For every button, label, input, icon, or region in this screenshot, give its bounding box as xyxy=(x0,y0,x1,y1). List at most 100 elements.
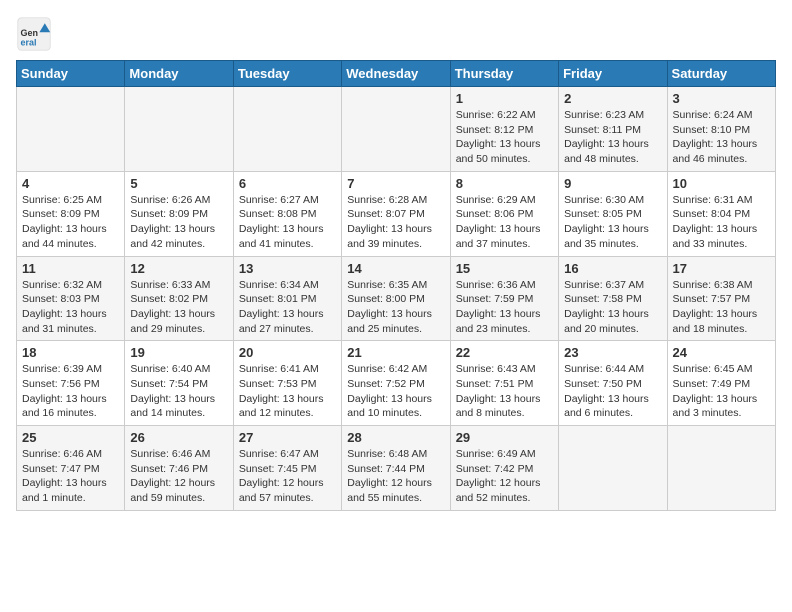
calendar-week-1: 4 Sunrise: 6:25 AMSunset: 8:09 PMDaylight… xyxy=(17,171,776,256)
weekday-sunday: Sunday xyxy=(17,61,125,87)
calendar-week-0: 1Sunrise: 6:22 AMSunset: 8:12 PMDaylight… xyxy=(17,87,776,172)
calendar-cell: 20 Sunrise: 6:41 AMSunset: 7:53 PMDayligh… xyxy=(233,341,341,426)
day-number: 24 xyxy=(673,345,770,360)
calendar-cell: 27 Sunrise: 6:47 AMSunset: 7:45 PMDayligh… xyxy=(233,426,341,511)
day-info: Sunrise: 6:40 AMSunset: 7:54 PMDaylight:… xyxy=(130,362,227,421)
day-info: Sunrise: 6:37 AMSunset: 7:58 PMDaylight:… xyxy=(564,278,661,337)
calendar-cell: 1Sunrise: 6:22 AMSunset: 8:12 PMDaylight… xyxy=(450,87,558,172)
day-info: Sunrise: 6:49 AMSunset: 7:42 PMDaylight:… xyxy=(456,447,553,506)
day-number: 25 xyxy=(22,430,119,445)
day-number: 27 xyxy=(239,430,336,445)
day-number: 10 xyxy=(673,176,770,191)
day-info: Sunrise: 6:45 AMSunset: 7:49 PMDaylight:… xyxy=(673,362,770,421)
day-info: Sunrise: 6:27 AMSunset: 8:08 PMDaylight:… xyxy=(239,193,336,252)
calendar-cell xyxy=(342,87,450,172)
day-number: 8 xyxy=(456,176,553,191)
calendar-cell: 26 Sunrise: 6:46 AMSunset: 7:46 PMDayligh… xyxy=(125,426,233,511)
day-number: 11 xyxy=(22,261,119,276)
calendar-cell: 21 Sunrise: 6:42 AMSunset: 7:52 PMDayligh… xyxy=(342,341,450,426)
day-info: Sunrise: 6:47 AMSunset: 7:45 PMDaylight:… xyxy=(239,447,336,506)
calendar-cell xyxy=(233,87,341,172)
calendar-week-4: 25 Sunrise: 6:46 AMSunset: 7:47 PMDayligh… xyxy=(17,426,776,511)
day-number: 28 xyxy=(347,430,444,445)
page-header: Gen eral xyxy=(16,16,776,52)
day-info: Sunrise: 6:33 AMSunset: 8:02 PMDaylight:… xyxy=(130,278,227,337)
day-info: Sunrise: 6:28 AMSunset: 8:07 PMDaylight:… xyxy=(347,193,444,252)
calendar-cell xyxy=(667,426,775,511)
day-info: Sunrise: 6:29 AMSunset: 8:06 PMDaylight:… xyxy=(456,193,553,252)
logo-icon: Gen eral xyxy=(16,16,52,52)
day-number: 18 xyxy=(22,345,119,360)
calendar-cell: 10 Sunrise: 6:31 AMSunset: 8:04 PMDayligh… xyxy=(667,171,775,256)
weekday-thursday: Thursday xyxy=(450,61,558,87)
day-info: Sunrise: 6:42 AMSunset: 7:52 PMDaylight:… xyxy=(347,362,444,421)
day-number: 22 xyxy=(456,345,553,360)
calendar-cell: 8 Sunrise: 6:29 AMSunset: 8:06 PMDaylight… xyxy=(450,171,558,256)
day-number: 19 xyxy=(130,345,227,360)
day-number: 3 xyxy=(673,91,770,106)
day-info: Sunrise: 6:46 AMSunset: 7:46 PMDaylight:… xyxy=(130,447,227,506)
day-number: 26 xyxy=(130,430,227,445)
day-info: Sunrise: 6:25 AMSunset: 8:09 PMDaylight:… xyxy=(22,193,119,252)
day-number: 20 xyxy=(239,345,336,360)
day-number: 13 xyxy=(239,261,336,276)
calendar-cell: 13 Sunrise: 6:34 AMSunset: 8:01 PMDayligh… xyxy=(233,256,341,341)
day-number: 21 xyxy=(347,345,444,360)
day-info: Sunrise: 6:48 AMSunset: 7:44 PMDaylight:… xyxy=(347,447,444,506)
calendar-cell: 9 Sunrise: 6:30 AMSunset: 8:05 PMDaylight… xyxy=(559,171,667,256)
day-number: 14 xyxy=(347,261,444,276)
weekday-friday: Friday xyxy=(559,61,667,87)
day-number: 29 xyxy=(456,430,553,445)
day-number: 17 xyxy=(673,261,770,276)
calendar-cell: 14Sunrise: 6:35 AMSunset: 8:00 PMDayligh… xyxy=(342,256,450,341)
calendar-cell: 11 Sunrise: 6:32 AMSunset: 8:03 PMDayligh… xyxy=(17,256,125,341)
day-info: Sunrise: 6:26 AMSunset: 8:09 PMDaylight:… xyxy=(130,193,227,252)
day-info: Sunrise: 6:39 AMSunset: 7:56 PMDaylight:… xyxy=(22,362,119,421)
weekday-tuesday: Tuesday xyxy=(233,61,341,87)
weekday-wednesday: Wednesday xyxy=(342,61,450,87)
calendar-cell xyxy=(125,87,233,172)
calendar-cell: 22 Sunrise: 6:43 AMSunset: 7:51 PMDayligh… xyxy=(450,341,558,426)
calendar-cell: 19 Sunrise: 6:40 AMSunset: 7:54 PMDayligh… xyxy=(125,341,233,426)
day-info: Sunrise: 6:46 AMSunset: 7:47 PMDaylight:… xyxy=(22,447,119,506)
weekday-saturday: Saturday xyxy=(667,61,775,87)
calendar-table: SundayMondayTuesdayWednesdayThursdayFrid… xyxy=(16,60,776,511)
day-info: Sunrise: 6:31 AMSunset: 8:04 PMDaylight:… xyxy=(673,193,770,252)
weekday-monday: Monday xyxy=(125,61,233,87)
day-number: 7 xyxy=(347,176,444,191)
calendar-cell: 2Sunrise: 6:23 AMSunset: 8:11 PMDaylight… xyxy=(559,87,667,172)
logo: Gen eral xyxy=(16,16,56,52)
day-info: Sunrise: 6:43 AMSunset: 7:51 PMDaylight:… xyxy=(456,362,553,421)
day-number: 1 xyxy=(456,91,553,106)
day-info: Sunrise: 6:36 AMSunset: 7:59 PMDaylight:… xyxy=(456,278,553,337)
day-info: Sunrise: 6:44 AMSunset: 7:50 PMDaylight:… xyxy=(564,362,661,421)
weekday-header-row: SundayMondayTuesdayWednesdayThursdayFrid… xyxy=(17,61,776,87)
calendar-cell: 23Sunrise: 6:44 AMSunset: 7:50 PMDayligh… xyxy=(559,341,667,426)
day-info: Sunrise: 6:23 AMSunset: 8:11 PMDaylight:… xyxy=(564,108,661,167)
day-number: 4 xyxy=(22,176,119,191)
calendar-cell: 29 Sunrise: 6:49 AMSunset: 7:42 PMDayligh… xyxy=(450,426,558,511)
day-number: 5 xyxy=(130,176,227,191)
day-info: Sunrise: 6:34 AMSunset: 8:01 PMDaylight:… xyxy=(239,278,336,337)
day-info: Sunrise: 6:30 AMSunset: 8:05 PMDaylight:… xyxy=(564,193,661,252)
calendar-cell xyxy=(559,426,667,511)
calendar-cell: 25 Sunrise: 6:46 AMSunset: 7:47 PMDayligh… xyxy=(17,426,125,511)
day-info: Sunrise: 6:41 AMSunset: 7:53 PMDaylight:… xyxy=(239,362,336,421)
day-number: 9 xyxy=(564,176,661,191)
day-number: 16 xyxy=(564,261,661,276)
calendar-cell: 16 Sunrise: 6:37 AMSunset: 7:58 PMDayligh… xyxy=(559,256,667,341)
calendar-cell: 17 Sunrise: 6:38 AMSunset: 7:57 PMDayligh… xyxy=(667,256,775,341)
calendar-cell: 4 Sunrise: 6:25 AMSunset: 8:09 PMDaylight… xyxy=(17,171,125,256)
svg-text:eral: eral xyxy=(21,38,37,48)
calendar-cell: 3 Sunrise: 6:24 AMSunset: 8:10 PMDaylight… xyxy=(667,87,775,172)
day-info: Sunrise: 6:24 AMSunset: 8:10 PMDaylight:… xyxy=(673,108,770,167)
calendar-cell: 5 Sunrise: 6:26 AMSunset: 8:09 PMDaylight… xyxy=(125,171,233,256)
calendar-cell: 24 Sunrise: 6:45 AMSunset: 7:49 PMDayligh… xyxy=(667,341,775,426)
day-number: 12 xyxy=(130,261,227,276)
day-info: Sunrise: 6:38 AMSunset: 7:57 PMDaylight:… xyxy=(673,278,770,337)
svg-text:Gen: Gen xyxy=(21,28,39,38)
calendar-body: 1Sunrise: 6:22 AMSunset: 8:12 PMDaylight… xyxy=(17,87,776,511)
calendar-cell: 15Sunrise: 6:36 AMSunset: 7:59 PMDayligh… xyxy=(450,256,558,341)
day-number: 6 xyxy=(239,176,336,191)
day-info: Sunrise: 6:32 AMSunset: 8:03 PMDaylight:… xyxy=(22,278,119,337)
